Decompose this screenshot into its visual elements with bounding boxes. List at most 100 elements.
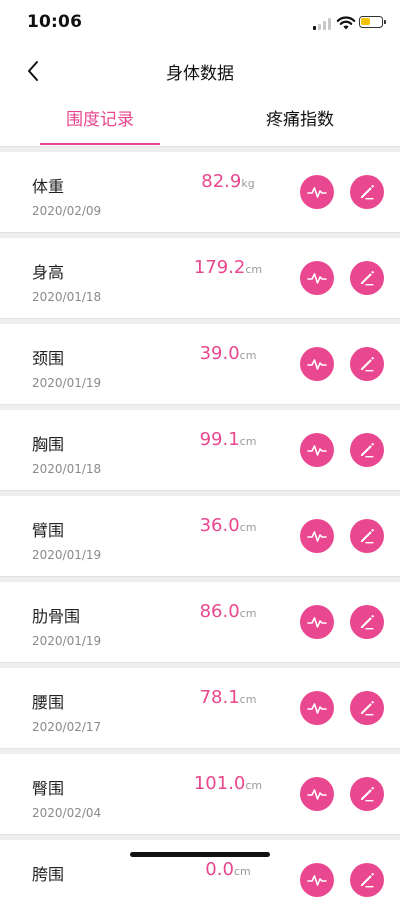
record-date: 2020/02/04 bbox=[32, 806, 102, 820]
record-unit: kg bbox=[241, 177, 255, 190]
record-row: 颈围 2020/01/19 39.0cm bbox=[0, 324, 400, 404]
edit-button[interactable] bbox=[350, 691, 384, 725]
record-row: 臀围 2020/02/04 101.0cm bbox=[0, 754, 400, 834]
record-name: 肋骨围 bbox=[32, 607, 81, 626]
navigation-bar: 身体数据 bbox=[0, 46, 400, 96]
record-unit: cm bbox=[239, 607, 257, 620]
record-date: 2020/01/18 bbox=[32, 462, 102, 476]
record-unit: cm bbox=[245, 263, 263, 276]
edit-button[interactable] bbox=[350, 175, 384, 209]
record-row: 腰围 2020/02/17 78.1cm bbox=[0, 668, 400, 748]
trend-chart-icon bbox=[307, 875, 327, 886]
trend-chart-button[interactable] bbox=[300, 605, 334, 639]
record-name: 臀围 bbox=[32, 779, 65, 798]
record-value: 36.0cm bbox=[200, 515, 257, 536]
record-row: 胸围 2020/01/18 99.1cm bbox=[0, 410, 400, 490]
trend-chart-icon bbox=[307, 703, 327, 714]
tab-label: 疼痛指数 bbox=[266, 110, 334, 130]
battery-icon bbox=[359, 16, 386, 28]
edit-button[interactable] bbox=[350, 605, 384, 639]
edit-button[interactable] bbox=[350, 433, 384, 467]
trend-chart-icon bbox=[307, 531, 327, 542]
status-time: 10:06 bbox=[27, 12, 83, 32]
pencil-icon bbox=[361, 614, 375, 630]
trend-chart-button[interactable] bbox=[300, 347, 334, 381]
record-name: 臂围 bbox=[32, 521, 65, 540]
record-value: 99.1cm bbox=[200, 429, 257, 450]
record-value: 82.9kg bbox=[201, 171, 254, 192]
home-indicator bbox=[130, 852, 270, 857]
record-value: 101.0cm bbox=[194, 773, 262, 794]
record-value: 0.0cm bbox=[205, 859, 250, 880]
record-name: 胸围 bbox=[32, 435, 65, 454]
record-number: 39.0 bbox=[199, 343, 240, 364]
trend-chart-button[interactable] bbox=[300, 175, 334, 209]
pencil-icon bbox=[361, 700, 375, 716]
tab-label: 围度记录 bbox=[66, 110, 134, 130]
cellular-signal-icon bbox=[313, 18, 333, 30]
record-value: 39.0cm bbox=[200, 343, 257, 364]
record-row: 臂围 2020/01/19 36.0cm bbox=[0, 496, 400, 576]
tab-girth-records[interactable]: 围度记录 bbox=[0, 100, 200, 146]
pencil-icon bbox=[361, 786, 375, 802]
record-date: 2020/02/17 bbox=[32, 720, 102, 734]
record-number: 0.0 bbox=[205, 859, 234, 880]
wifi-icon bbox=[336, 16, 356, 30]
record-value: 179.2cm bbox=[194, 257, 262, 278]
trend-chart-button[interactable] bbox=[300, 863, 334, 897]
edit-button[interactable] bbox=[350, 519, 384, 553]
trend-chart-button[interactable] bbox=[300, 519, 334, 553]
record-unit: cm bbox=[233, 865, 251, 878]
record-date: 2020/01/19 bbox=[32, 548, 102, 562]
tab-pain-index[interactable]: 疼痛指数 bbox=[200, 100, 400, 146]
trend-chart-button[interactable] bbox=[300, 433, 334, 467]
record-number: 78.1 bbox=[199, 687, 240, 708]
trend-chart-icon bbox=[307, 789, 327, 800]
record-number: 179.2 bbox=[193, 257, 246, 278]
record-number: 82.9 bbox=[201, 171, 242, 192]
pencil-icon bbox=[361, 872, 375, 888]
record-unit: cm bbox=[245, 779, 263, 792]
record-row: 身高 2020/01/18 179.2cm bbox=[0, 238, 400, 318]
trend-chart-button[interactable] bbox=[300, 691, 334, 725]
edit-button[interactable] bbox=[350, 261, 384, 295]
record-name: 胯围 bbox=[32, 865, 65, 884]
record-number: 86.0 bbox=[199, 601, 240, 622]
record-value: 78.1cm bbox=[200, 687, 257, 708]
page-title: 身体数据 bbox=[166, 64, 234, 84]
edit-button[interactable] bbox=[350, 777, 384, 811]
battery-fill bbox=[361, 18, 370, 25]
trend-chart-icon bbox=[307, 617, 327, 628]
record-name: 腰围 bbox=[32, 693, 65, 712]
edit-button[interactable] bbox=[350, 863, 384, 897]
record-date: 2020/02/09 bbox=[32, 204, 102, 218]
record-date: 2020/01/19 bbox=[32, 634, 102, 648]
tab-active-indicator bbox=[40, 143, 160, 145]
trend-chart-icon bbox=[307, 445, 327, 456]
pencil-icon bbox=[361, 442, 375, 458]
trend-chart-button[interactable] bbox=[300, 777, 334, 811]
trend-chart-icon bbox=[307, 273, 327, 284]
record-unit: cm bbox=[239, 521, 257, 534]
record-date: 2020/01/18 bbox=[32, 290, 102, 304]
record-unit: cm bbox=[239, 435, 257, 448]
record-number: 99.1 bbox=[199, 429, 240, 450]
trend-chart-icon bbox=[307, 359, 327, 370]
record-unit: cm bbox=[239, 349, 257, 362]
pencil-icon bbox=[361, 528, 375, 544]
record-row: 肋骨围 2020/01/19 86.0cm bbox=[0, 582, 400, 662]
record-name: 身高 bbox=[32, 263, 65, 282]
pencil-icon bbox=[361, 184, 375, 200]
record-number: 36.0 bbox=[199, 515, 240, 536]
record-name: 颈围 bbox=[32, 349, 65, 368]
trend-chart-button[interactable] bbox=[300, 261, 334, 295]
records-list: 体重 2020/02/09 82.9kg 身高 2020/01/18 179.2cm 颈围 2… bbox=[0, 146, 400, 920]
record-unit: cm bbox=[239, 693, 257, 706]
tab-bar: 围度记录 疼痛指数 bbox=[0, 100, 400, 146]
record-number: 101.0 bbox=[193, 773, 246, 794]
record-row: 体重 2020/02/09 82.9kg bbox=[0, 152, 400, 232]
edit-button[interactable] bbox=[350, 347, 384, 381]
record-name: 体重 bbox=[32, 177, 65, 196]
record-value: 86.0cm bbox=[200, 601, 257, 622]
trend-chart-icon bbox=[307, 187, 327, 198]
